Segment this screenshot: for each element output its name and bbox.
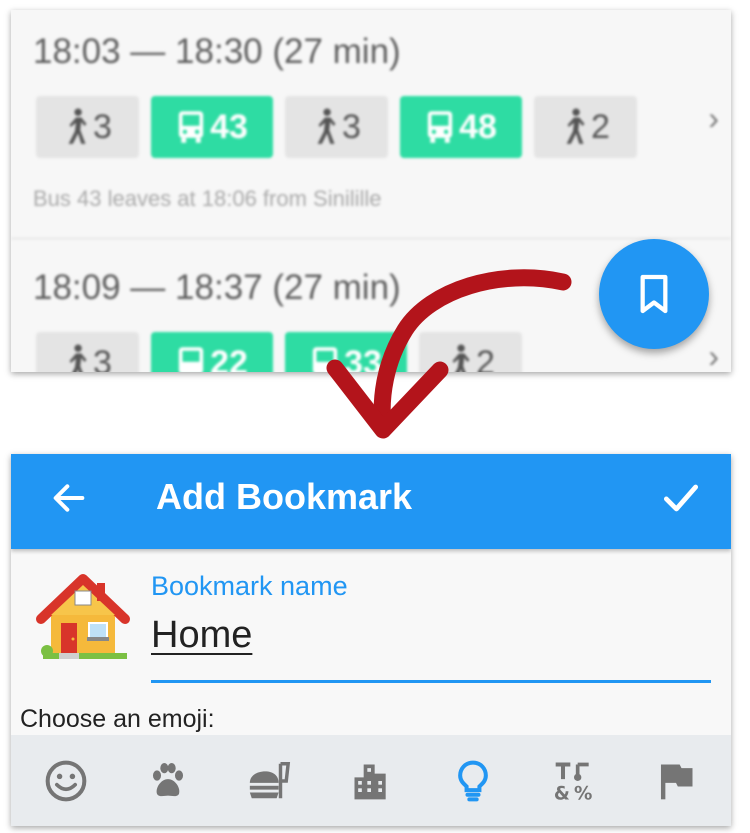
tab-objects[interactable] <box>443 751 503 811</box>
bus-icon <box>427 111 453 143</box>
walk-icon <box>69 344 87 372</box>
route-expand-chevron[interactable]: › <box>708 100 719 137</box>
walk-leg: 3 <box>36 96 139 158</box>
route-expand-chevron[interactable]: › <box>708 338 719 372</box>
svg-text:&: & <box>554 783 570 803</box>
emoji-category-tabs: & % <box>11 735 731 826</box>
house-icon[interactable] <box>35 569 131 665</box>
bus-leg: 22 <box>151 332 273 372</box>
flag-icon <box>661 764 693 799</box>
walk-icon <box>566 108 585 144</box>
route-time-range[interactable]: 18:03 — 18:30 (27 min) <box>33 32 401 72</box>
walk-leg: 2 <box>534 96 637 158</box>
bus-icon <box>178 347 204 372</box>
tab-symbols[interactable]: & % <box>544 751 604 811</box>
add-bookmark-screenshot: Add Bookmark Bookmark name Home Choose a… <box>11 454 731 826</box>
check-icon <box>663 484 699 512</box>
bus-leg: 33 <box>285 332 407 372</box>
bus-number: 33 <box>344 343 382 373</box>
walk-minutes: 3 <box>342 107 361 146</box>
arrow-back-icon <box>53 484 85 512</box>
bus-number: 22 <box>210 343 248 373</box>
bus-leg: 48 <box>400 96 522 158</box>
tab-smileys[interactable] <box>36 751 96 811</box>
route-legs[interactable]: 3 22 33 2 <box>36 332 522 372</box>
bookmark-icon <box>640 274 668 314</box>
back-button[interactable] <box>49 478 89 523</box>
walk-icon <box>452 344 470 372</box>
bookmark-name-label: Bookmark name <box>151 571 348 601</box>
tab-animals[interactable] <box>138 751 198 811</box>
tab-flags[interactable] <box>646 751 706 811</box>
walk-minutes: 3 <box>93 343 112 373</box>
route-departure-note: Bus 43 leaves at 18:06 from Sinilille <box>33 186 382 211</box>
lightbulb-icon <box>457 760 488 801</box>
smiley-icon <box>45 760 87 801</box>
bus-number: 43 <box>210 107 248 146</box>
bookmark-name-input[interactable]: Home <box>151 614 252 657</box>
walk-minutes: 2 <box>591 107 610 146</box>
route-list-screenshot: 18:03 — 18:30 (27 min) 3 43 3 48 2 › Bus… <box>11 10 731 372</box>
bookmark-fab[interactable] <box>599 239 709 349</box>
confirm-button[interactable] <box>659 476 703 525</box>
bus-number: 48 <box>459 107 497 146</box>
walk-leg: 3 <box>36 332 139 372</box>
page-title: Add Bookmark <box>156 476 413 517</box>
bus-icon <box>178 111 204 143</box>
walk-minutes: 3 <box>93 107 112 146</box>
symbols-icon: & % <box>554 761 593 803</box>
building-icon <box>354 764 386 799</box>
app-bar: Add Bookmark <box>11 454 731 549</box>
walk-icon <box>68 108 87 144</box>
food-icon <box>250 761 291 798</box>
bus-leg: 43 <box>151 96 273 158</box>
svg-text:%: % <box>574 783 592 803</box>
choose-emoji-label: Choose an emoji: <box>20 705 215 733</box>
route-legs[interactable]: 3 43 3 48 2 <box>36 96 637 158</box>
tab-places[interactable] <box>341 751 401 811</box>
route-time-range[interactable]: 18:09 — 18:37 (27 min) <box>33 268 401 308</box>
paw-icon <box>152 762 183 796</box>
tab-food[interactable] <box>239 751 299 811</box>
walk-minutes: 2 <box>476 343 495 373</box>
route-divider <box>11 238 731 239</box>
walk-leg: 3 <box>285 96 388 158</box>
bus-icon <box>312 347 338 372</box>
walk-icon <box>317 108 336 144</box>
walk-leg: 2 <box>419 332 522 372</box>
input-underline <box>151 680 711 683</box>
